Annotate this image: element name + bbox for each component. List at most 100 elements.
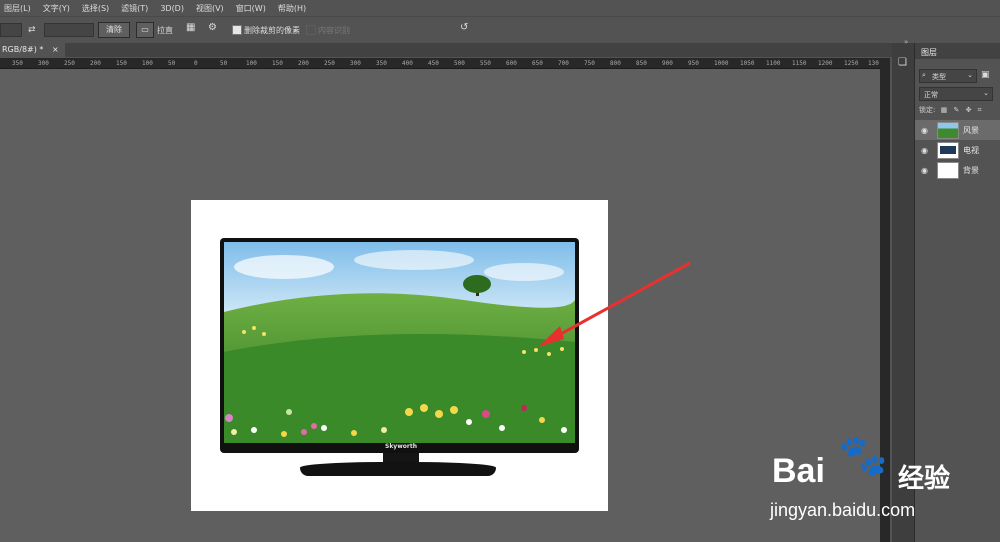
ruler-tick: 300 [38, 60, 49, 67]
ruler-tick: 950 [688, 60, 699, 67]
crop-height-field[interactable] [44, 23, 94, 37]
content-aware-checkbox[interactable] [306, 25, 316, 35]
document-tab-bar: RGB/8#) * × [0, 43, 900, 57]
ruler-tick: 100 [142, 60, 153, 67]
ruler-tick: 900 [662, 60, 673, 67]
delete-cropped-label: 删除裁剪的像素 [244, 26, 300, 35]
layer-thumbnail [937, 142, 959, 159]
ruler-tick: 1250 [844, 60, 859, 67]
ruler-tick: 550 [480, 60, 491, 67]
ruler-tick: 1000 [714, 60, 729, 67]
ruler-tick: 100 [246, 60, 257, 67]
layer-row-scenery[interactable]: ◉ 风景 [915, 120, 1000, 140]
ruler-tick: 1050 [740, 60, 755, 67]
tv-screen-landscape [224, 242, 575, 443]
delete-cropped-checkbox[interactable] [232, 25, 242, 35]
ruler-tick: 150 [272, 60, 283, 67]
layer-name: 背景 [963, 166, 979, 175]
menu-filter[interactable]: 滤镜(T) [121, 3, 148, 14]
ruler-tick: 600 [506, 60, 517, 67]
eye-icon[interactable]: ◉ [921, 146, 928, 155]
document-tab-title: RGB/8#) * [2, 45, 44, 54]
lock-paint-icon[interactable]: ✎ [953, 106, 959, 114]
layer-row-tv[interactable]: ◉ 电视 [915, 140, 1000, 160]
search-icon: ⌕ [922, 71, 926, 79]
landscape-image [224, 242, 575, 443]
blend-mode-dropdown[interactable]: 正常 ⌄ [919, 87, 993, 101]
menu-view[interactable]: 视图(V) [196, 3, 224, 14]
ruler-tick: 200 [298, 60, 309, 67]
lock-row: 锁定: ▦ ✎ ✥ ⌗ [919, 105, 982, 115]
menu-layer[interactable]: 图层(L) [4, 3, 31, 14]
layer-name: 风景 [963, 126, 979, 135]
ruler-tick: 130 [868, 60, 879, 67]
reset-icon[interactable]: ↺ [460, 22, 468, 33]
arrow-shaft [547, 261, 691, 343]
ruler-tick: 350 [12, 60, 23, 67]
lock-position-icon[interactable]: ✥ [966, 106, 972, 114]
content-aware-label: 内容识别 [318, 26, 350, 35]
straighten-icon[interactable]: ▭ [136, 22, 154, 38]
ruler-tick: 300 [350, 60, 361, 67]
layers-panel-title: 图层 [921, 48, 937, 57]
menu-3d[interactable]: 3D(D) [160, 4, 184, 13]
paw-icon: 🐾 [838, 434, 888, 478]
ruler-tick: 250 [324, 60, 335, 67]
layer-name: 电视 [963, 146, 979, 155]
ruler-tick: 250 [64, 60, 75, 67]
tv-stand [300, 462, 496, 476]
ruler-tick: 700 [558, 60, 569, 67]
ruler-tick: 750 [584, 60, 595, 67]
layer-thumbnail [937, 122, 959, 139]
swap-dimensions-icon[interactable]: ⇄ [28, 25, 36, 35]
watermark-url: jingyan.baidu.com [770, 500, 916, 520]
layer-thumbnail [937, 162, 959, 179]
image-filter-icon[interactable]: ▣ [981, 70, 990, 80]
lock-artboard-icon[interactable]: ⌗ [978, 106, 982, 114]
layers-panel-tab[interactable]: 图层 [915, 43, 1000, 59]
horizontal-ruler: 350 300 250 200 150 100 50 0 50 100 150 … [0, 58, 880, 69]
ruler-tick: 150 [116, 60, 127, 67]
blend-mode-value: 正常 [924, 91, 938, 99]
menu-bar: 图层(L) 文字(Y) 选择(S) 滤镜(T) 3D(D) 视图(V) 窗口(W… [0, 0, 1000, 16]
eye-icon[interactable]: ◉ [921, 126, 928, 135]
watermark-suffix: 经验 [898, 463, 951, 493]
ruler-tick: 1100 [766, 60, 781, 67]
grid-overlay-icon[interactable]: ▦ [186, 22, 195, 33]
ruler-tick: 1150 [792, 60, 807, 67]
menu-select[interactable]: 选择(S) [82, 3, 109, 14]
watermark-brand: Bai [772, 452, 825, 490]
lock-label: 锁定: [919, 106, 936, 114]
ruler-tick: 0 [194, 60, 198, 67]
eye-icon[interactable]: ◉ [921, 166, 928, 175]
ruler-tick: 800 [610, 60, 621, 67]
ruler-tick: 50 [220, 60, 228, 67]
collapse-panels-icon[interactable]: » [904, 38, 908, 46]
ruler-tick: 850 [636, 60, 647, 67]
gear-icon[interactable]: ⚙ [208, 22, 217, 33]
ruler-tick: 450 [428, 60, 439, 67]
document-tab[interactable]: RGB/8#) * × [0, 43, 65, 57]
clear-button[interactable]: 清除 [98, 22, 130, 38]
ruler-tick: 50 [168, 60, 176, 67]
baidu-watermark: Bai 🐾 经验 jingyan.baidu.com [768, 430, 998, 540]
straighten-label: 拉直 [157, 26, 173, 35]
menu-window[interactable]: 窗口(W) [236, 3, 266, 14]
properties-icon[interactable]: ❏ [898, 57, 907, 68]
ruler-tick: 500 [454, 60, 465, 67]
options-bar: ⇄ 清除 ▭ 拉直 ▦ ⚙ 删除裁剪的像素 内容识别 ↺ [0, 16, 1000, 44]
crop-width-field[interactable] [0, 23, 22, 37]
menu-type[interactable]: 文字(Y) [43, 3, 70, 14]
ruler-tick: 400 [402, 60, 413, 67]
ruler-tick: 350 [376, 60, 387, 67]
chevron-down-icon: ⌄ [983, 89, 989, 97]
chevron-down-icon: ⌄ [967, 71, 973, 79]
menu-help[interactable]: 帮助(H) [278, 3, 306, 14]
layer-filter-dropdown[interactable]: ⌕ 类型 ⌄ [919, 69, 977, 83]
lock-transparency-icon[interactable]: ▦ [941, 106, 948, 114]
close-icon[interactable]: × [52, 45, 59, 54]
ruler-tick: 650 [532, 60, 543, 67]
arrow-head [538, 326, 564, 347]
tv-brand-logo: Skyworth [385, 443, 417, 450]
layer-row-background[interactable]: ◉ 背景 [915, 160, 1000, 180]
